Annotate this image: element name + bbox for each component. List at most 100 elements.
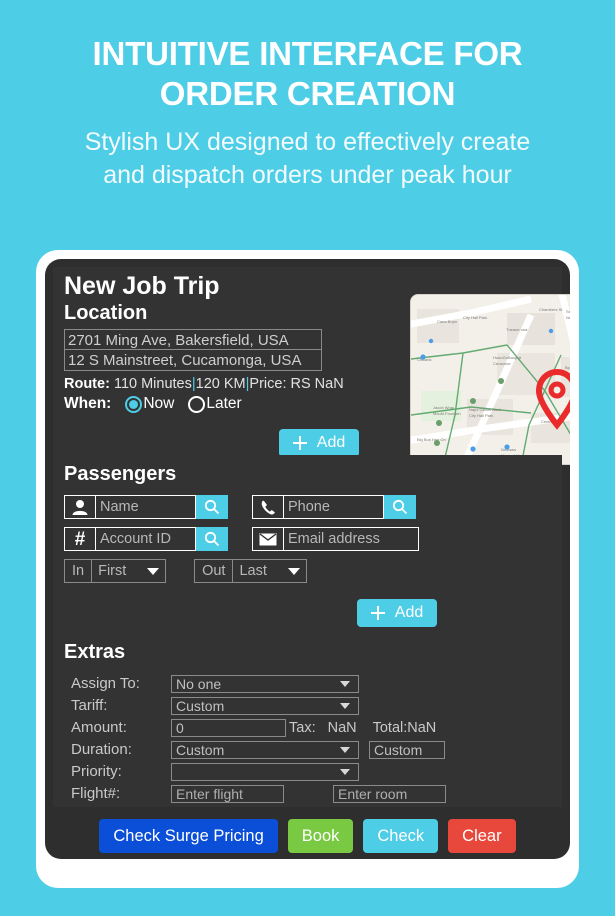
location-fields: 2701 Ming Ave, Bakersfield, USA 12 S Mai…	[64, 329, 344, 413]
assign-label: Assign To:	[71, 675, 140, 692]
name-field-group	[64, 495, 228, 519]
tax-value: NaN	[327, 719, 357, 736]
chevron-down-icon	[340, 768, 350, 775]
route-distance: 120 KM	[195, 376, 246, 392]
extras-section-title: Extras	[64, 641, 126, 663]
svg-text:New York Co: New York Co	[566, 315, 570, 320]
svg-text:Mould Fountain: Mould Fountain	[433, 411, 461, 416]
map-graphic: City Hall Park Cana Bopn Tneaoe nua Cham…	[411, 295, 570, 464]
envelope-icon	[252, 527, 284, 551]
radio-later[interactable]	[188, 395, 206, 413]
search-icon	[204, 531, 220, 547]
svg-text:HoaoGoBaopuii: HoaoGoBaopuii	[493, 355, 521, 360]
flight-input[interactable]	[171, 784, 284, 803]
check-button[interactable]: Check	[363, 819, 439, 853]
location-panel: New Job Trip Location 2701 Ming Ave, Bak…	[53, 267, 570, 465]
radio-now-label: Now	[143, 395, 175, 412]
email-input[interactable]	[284, 527, 419, 551]
route-summary: Route: 110 Minutes|120 KM|Price: RS NaN	[64, 376, 344, 392]
book-button[interactable]: Book	[287, 819, 354, 853]
phone-search-button[interactable]	[384, 495, 416, 519]
in-label: In	[64, 559, 93, 583]
assign-row: Assign To: No one	[71, 673, 446, 694]
page-subtitle: Stylish UX designed to effectively creat…	[84, 128, 531, 190]
svg-text:Tneaoe nua: Tneaoe nua	[506, 327, 528, 332]
when-row: When: Now Later	[64, 395, 344, 413]
order-form-frame: New Job Trip Location 2701 Ming Ave, Bak…	[36, 250, 579, 888]
email-field-group	[252, 527, 419, 551]
pickup-address-input[interactable]: 2701 Ming Ave, Bakersfield, USA	[64, 329, 322, 350]
tariff-label: Tariff:	[71, 697, 108, 714]
dropoff-address-input[interactable]: 12 S Mainstreet, Cucamonga, USA	[64, 350, 322, 371]
chevron-down-icon	[340, 702, 350, 709]
svg-text:Jacob Wray: Jacob Wray	[433, 405, 454, 410]
account-id-input[interactable]	[96, 527, 196, 551]
radio-now[interactable]	[125, 395, 143, 413]
duration-custom-input[interactable]: Custom	[369, 740, 445, 759]
passengers-fields: #	[64, 495, 419, 583]
add-location-label: Add	[316, 434, 346, 451]
page-root: INTUITIVE INTERFACE FOR ORDER CREATION S…	[0, 0, 615, 916]
assign-select-value: No one	[176, 675, 222, 692]
in-select[interactable]: First	[92, 559, 167, 583]
add-location-button[interactable]: Add	[279, 429, 359, 457]
tax-label: Tax:	[289, 719, 316, 736]
passenger-row-3: In First Out Last	[64, 559, 419, 583]
priority-select[interactable]	[171, 762, 359, 781]
amount-row: Amount: Tax: NaN Total:NaN	[71, 717, 446, 738]
out-select[interactable]: Last	[233, 559, 308, 583]
chevron-down-icon	[147, 567, 160, 575]
passengers-panel: Passengers Name Phone # Account ID Email…	[53, 455, 562, 637]
check-surge-pricing-button[interactable]: Check Surge Pricing	[99, 819, 278, 853]
flight-label: Flight#:	[71, 785, 121, 802]
route-duration: 110 Minutes	[113, 376, 192, 392]
search-icon	[392, 499, 408, 515]
amount-label: Amount:	[71, 719, 127, 736]
duration-select[interactable]: Custom	[171, 740, 359, 759]
add-passenger-label: Add	[394, 604, 424, 621]
card-title: New Job Trip	[64, 272, 220, 300]
svg-text:City Hall Park: City Hall Park	[469, 413, 493, 418]
order-form-card: New Job Trip Location 2701 Ming Ave, Bak…	[45, 259, 570, 859]
assign-select[interactable]: No one	[171, 674, 359, 693]
account-field-group: #	[64, 527, 228, 551]
map-thumbnail[interactable]: City Hall Park Cana Bopn Tneaoe nua Cham…	[410, 294, 570, 465]
passengers-section-title: Passengers	[64, 463, 177, 485]
total-value: Total:NaN	[372, 719, 437, 736]
tariff-select[interactable]: Custom	[171, 696, 359, 715]
when-label: When:	[64, 395, 112, 412]
in-select-group: In First	[64, 559, 167, 583]
svg-text:Bpykne- 6pena: Bpykne- 6pena	[565, 365, 570, 370]
action-bar: Check Surge Pricing Book Check Clear	[45, 819, 570, 853]
radio-later-label: Later	[206, 395, 242, 412]
room-input[interactable]	[333, 784, 446, 803]
svg-text:City Hall Park: City Hall Park	[463, 315, 487, 320]
route-label: Route:	[64, 376, 110, 392]
phone-icon	[252, 495, 284, 519]
phone-input[interactable]	[284, 495, 384, 519]
extras-panel: Extras Assign To: No one Tariff: Custom	[53, 635, 562, 807]
duration-label: Duration:	[71, 741, 132, 758]
hash-icon: #	[64, 527, 96, 551]
route-price: Price: RS NaN	[249, 376, 344, 392]
account-search-button[interactable]	[196, 527, 228, 551]
person-icon	[64, 495, 96, 519]
phone-field-group	[252, 495, 416, 519]
duration-select-value: Custom	[176, 741, 225, 758]
name-input[interactable]	[96, 495, 196, 519]
svg-text:Cana Bopn: Cana Bopn	[437, 319, 457, 324]
plus-icon	[370, 606, 385, 620]
svg-text:Napx Carlos Bonk: Napx Carlos Bonk	[469, 407, 501, 412]
out-select-value: Last	[239, 563, 267, 579]
priority-label: Priority:	[71, 763, 122, 780]
svg-text:Senogeas Co: Senogeas Co	[566, 309, 570, 314]
page-title: INTUITIVE INTERFACE FOR ORDER CREATION	[92, 35, 523, 112]
priority-row: Priority:	[71, 761, 446, 782]
clear-button[interactable]: Clear	[448, 819, 516, 853]
out-select-group: Out Last	[194, 559, 308, 583]
amount-input[interactable]	[171, 718, 286, 737]
hero-header: INTUITIVE INTERFACE FOR ORDER CREATION S…	[0, 0, 615, 192]
search-icon	[204, 499, 220, 515]
name-search-button[interactable]	[196, 495, 228, 519]
add-passenger-button[interactable]: Add	[357, 599, 437, 627]
